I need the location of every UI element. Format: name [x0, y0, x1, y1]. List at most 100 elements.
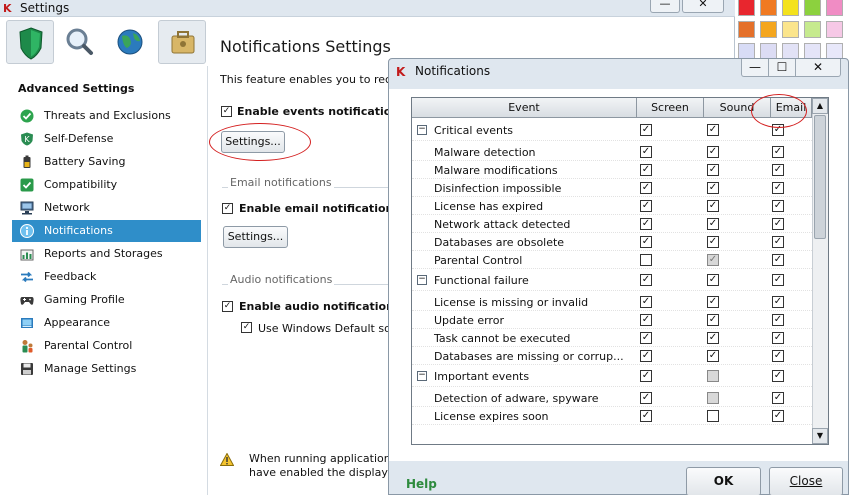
- color-swatch[interactable]: [760, 0, 777, 16]
- windows-sound-checkbox[interactable]: ✓: [241, 322, 252, 333]
- sound-checkbox[interactable]: ✓: [707, 164, 719, 176]
- sound-checkbox[interactable]: ✓: [707, 314, 719, 326]
- email-notifications-checkbox[interactable]: ✓: [222, 203, 233, 214]
- event-row[interactable]: Malware detection ✓ ✓ ✓: [412, 143, 812, 161]
- sidebar-item-manage-settings[interactable]: Manage Settings: [12, 358, 201, 380]
- email-checkbox[interactable]: ✓: [772, 274, 784, 286]
- event-group-row[interactable]: − Important events ✓ ✓: [412, 365, 812, 387]
- color-swatch[interactable]: [738, 0, 755, 16]
- screen-checkbox[interactable]: ✓: [640, 314, 652, 326]
- event-row[interactable]: Databases are obsolete ✓ ✓ ✓: [412, 233, 812, 251]
- collapse-icon[interactable]: −: [417, 275, 427, 285]
- sidebar-item-gaming-profile[interactable]: Gaming Profile: [12, 289, 201, 311]
- toolbar-update-button[interactable]: [106, 20, 154, 64]
- event-row[interactable]: Disinfection impossible ✓ ✓ ✓: [412, 179, 812, 197]
- email-checkbox[interactable]: ✓: [772, 164, 784, 176]
- sidebar-item-feedback[interactable]: Feedback: [12, 266, 201, 288]
- minimize-button[interactable]: —: [650, 0, 680, 13]
- email-checkbox[interactable]: ✓: [772, 392, 784, 404]
- color-swatch[interactable]: [826, 0, 843, 16]
- screen-checkbox[interactable]: ✓: [640, 410, 652, 422]
- sidebar-item-compatibility[interactable]: Compatibility: [12, 174, 201, 196]
- sound-checkbox[interactable]: [707, 410, 719, 422]
- toolbar-tools-button[interactable]: [158, 20, 206, 64]
- sidebar-item-network[interactable]: Network: [12, 197, 201, 219]
- email-checkbox[interactable]: ✓: [772, 200, 784, 212]
- event-row[interactable]: Malware modifications ✓ ✓ ✓: [412, 161, 812, 179]
- event-group-row[interactable]: − Functional failure ✓ ✓ ✓: [412, 269, 812, 291]
- color-swatch[interactable]: [782, 21, 799, 38]
- help-link[interactable]: Help: [406, 477, 437, 491]
- screen-checkbox[interactable]: ✓: [640, 296, 652, 308]
- email-checkbox[interactable]: ✓: [772, 236, 784, 248]
- sidebar-item-threats-and-exclusions[interactable]: Threats and Exclusions: [12, 105, 201, 127]
- sound-checkbox[interactable]: ✓: [707, 296, 719, 308]
- sidebar-item-self-defense[interactable]: K Self-Defense: [12, 128, 201, 150]
- column-header-event[interactable]: Event: [412, 98, 637, 118]
- sound-checkbox[interactable]: ✓: [707, 124, 719, 136]
- screen-checkbox[interactable]: ✓: [640, 124, 652, 136]
- event-row[interactable]: License expires soon ✓ ✓: [412, 407, 812, 425]
- color-swatch[interactable]: [826, 21, 843, 38]
- sound-checkbox[interactable]: ✓: [707, 350, 719, 362]
- color-swatch[interactable]: [760, 21, 777, 38]
- audio-notifications-checkbox[interactable]: ✓: [222, 301, 233, 312]
- toolbar-protection-button[interactable]: [6, 20, 54, 64]
- scroll-down-button[interactable]: ▼: [812, 428, 828, 444]
- email-checkbox[interactable]: ✓: [772, 254, 784, 266]
- dialog-close-x-button[interactable]: ✕: [795, 59, 841, 77]
- screen-checkbox[interactable]: ✓: [640, 236, 652, 248]
- event-group-row[interactable]: − Critical events ✓ ✓ ✓: [412, 119, 812, 141]
- sound-checkbox[interactable]: ✓: [707, 274, 719, 286]
- screen-checkbox[interactable]: ✓: [640, 200, 652, 212]
- email-checkbox[interactable]: ✓: [772, 370, 784, 382]
- email-settings-button[interactable]: Settings...: [223, 226, 288, 248]
- email-checkbox[interactable]: ✓: [772, 296, 784, 308]
- ok-button[interactable]: OK: [686, 467, 761, 495]
- screen-checkbox[interactable]: ✓: [640, 370, 652, 382]
- color-swatch[interactable]: [804, 0, 821, 16]
- sound-checkbox[interactable]: ✓: [707, 332, 719, 344]
- event-row[interactable]: License is missing or invalid ✓ ✓ ✓: [412, 293, 812, 311]
- email-checkbox[interactable]: ✓: [772, 182, 784, 194]
- event-row[interactable]: Task cannot be executed ✓ ✓ ✓: [412, 329, 812, 347]
- collapse-icon[interactable]: −: [417, 371, 427, 381]
- screen-checkbox[interactable]: ✓: [640, 332, 652, 344]
- screen-checkbox[interactable]: ✓: [640, 146, 652, 158]
- dialog-minimize-button[interactable]: —: [741, 59, 769, 77]
- sidebar-item-reports-and-storages[interactable]: Reports and Storages: [12, 243, 201, 265]
- email-checkbox[interactable]: ✓: [772, 146, 784, 158]
- sidebar-item-parental-control[interactable]: Parental Control: [12, 335, 201, 357]
- sound-checkbox[interactable]: ✓: [707, 182, 719, 194]
- event-row[interactable]: Network attack detected ✓ ✓ ✓: [412, 215, 812, 233]
- close-button[interactable]: Close: [769, 467, 843, 495]
- sound-checkbox[interactable]: ✓: [707, 200, 719, 212]
- color-swatch[interactable]: [782, 0, 799, 16]
- screen-checkbox[interactable]: ✓: [640, 218, 652, 230]
- toolbar-scan-button[interactable]: [56, 20, 104, 64]
- screen-checkbox[interactable]: ✓: [640, 164, 652, 176]
- email-checkbox[interactable]: ✓: [772, 218, 784, 230]
- events-notifications-checkbox[interactable]: ✓: [221, 106, 232, 117]
- screen-checkbox[interactable]: ✓: [640, 274, 652, 286]
- sound-checkbox[interactable]: ✓: [707, 236, 719, 248]
- screen-checkbox[interactable]: ✓: [640, 392, 652, 404]
- email-checkbox[interactable]: ✓: [772, 350, 784, 362]
- scroll-up-button[interactable]: ▲: [812, 98, 828, 114]
- color-swatch[interactable]: [738, 21, 755, 38]
- sidebar-item-battery-saving[interactable]: Battery Saving: [12, 151, 201, 173]
- screen-checkbox[interactable]: [640, 254, 652, 266]
- sound-checkbox[interactable]: ✓: [707, 218, 719, 230]
- scroll-thumb[interactable]: [814, 115, 826, 239]
- sound-checkbox[interactable]: ✓: [707, 146, 719, 158]
- screen-checkbox[interactable]: ✓: [640, 182, 652, 194]
- email-checkbox[interactable]: ✓: [772, 332, 784, 344]
- event-row[interactable]: Update error ✓ ✓ ✓: [412, 311, 812, 329]
- email-checkbox[interactable]: ✓: [772, 410, 784, 422]
- event-row[interactable]: License has expired ✓ ✓ ✓: [412, 197, 812, 215]
- collapse-icon[interactable]: −: [417, 125, 427, 135]
- color-swatch[interactable]: [804, 21, 821, 38]
- column-header-screen[interactable]: Screen: [637, 98, 704, 118]
- event-row[interactable]: Parental Control ✓ ✓: [412, 251, 812, 269]
- email-checkbox[interactable]: ✓: [772, 314, 784, 326]
